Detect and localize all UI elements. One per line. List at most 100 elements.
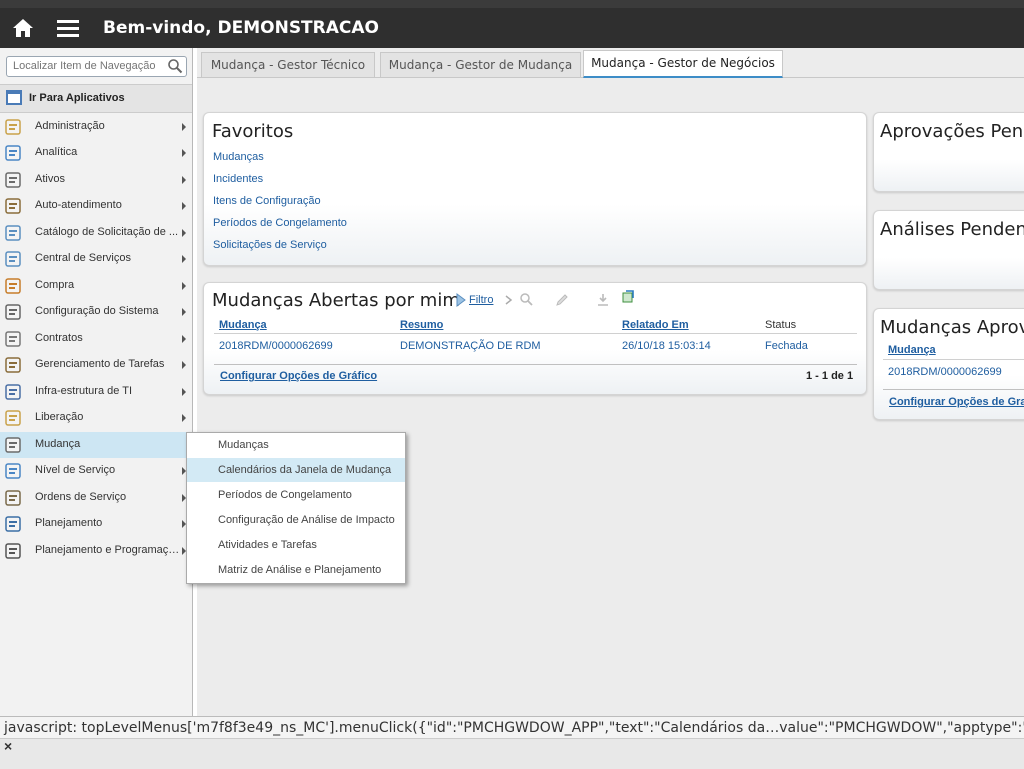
sidebar-item-label: Analítica <box>35 146 78 158</box>
filter-toggle-icon[interactable] <box>454 293 468 307</box>
sidebar-item-label: Catálogo de Solicitação de ... <box>35 226 179 238</box>
filter-link[interactable]: Filtro <box>469 294 493 306</box>
favorite-link[interactable]: Solicitações de Serviço <box>213 239 327 251</box>
submenu-item-atividades-tarefas[interactable]: Atividades e Tarefas <box>187 533 405 557</box>
submenu-item-mudancas[interactable]: Mudanças <box>187 433 405 457</box>
goto-apps-button[interactable]: Ir Para Aplicativos <box>0 84 192 113</box>
sidebar-item-label: Gerenciamento de Tarefas <box>35 358 165 370</box>
cell-change-id[interactable]: 2018RDM/0000062699 <box>888 366 1002 378</box>
chevron-right-icon <box>182 149 186 157</box>
sidebar-item-contracts[interactable]: Contratos <box>0 326 192 352</box>
sidebar-item-system-config[interactable]: Configuração do Sistema <box>0 299 192 325</box>
sidebar-item-cart[interactable]: Auto-atendimento <box>0 193 192 219</box>
tab-gestor-tecnico[interactable]: Mudança - Gestor Técnico <box>201 52 375 77</box>
sidebar-item-label: Mudança <box>35 438 81 450</box>
chevron-right-icon <box>182 123 186 131</box>
tab-gestor-negocios[interactable]: Mudança - Gestor de Negócios <box>583 50 783 78</box>
service-bell-icon <box>5 251 21 267</box>
tab-gestor-mudanca[interactable]: Mudança - Gestor de Mudança <box>380 52 581 77</box>
computer-icon <box>5 384 21 400</box>
app-header: Bem-vindo, DEMONSTRACAO <box>0 8 1024 48</box>
sidebar-item-computer[interactable]: Infra-estrutura de TI <box>0 379 192 405</box>
hamburger-icon <box>57 20 79 37</box>
sidebar-item-label: Ordens de Serviço <box>35 491 127 503</box>
pending-reviews-title: Análises Pendente <box>880 219 1024 240</box>
purchase-icon <box>5 278 21 294</box>
sidebar-item-label: Planejamento <box>35 517 103 529</box>
close-icon[interactable]: × <box>4 738 12 754</box>
hamburger-menu-button[interactable] <box>50 13 86 43</box>
sidebar-item-change[interactable]: Mudança <box>0 432 196 458</box>
sidebar-item-assets[interactable]: Ativos <box>0 167 192 193</box>
configure-chart-options-link[interactable]: Configurar Opções de Gra <box>889 396 1024 408</box>
column-header-status: Status <box>765 319 797 331</box>
cell-reported-date[interactable]: 26/10/18 15:03:14 <box>622 340 711 352</box>
open-changes-card: Mudanças Abertas por mim Filtro Mudança … <box>203 282 867 395</box>
table-header-divider <box>883 359 1024 360</box>
release-icon <box>5 410 21 426</box>
chevron-right-icon <box>182 388 186 396</box>
open-changes-title: Mudanças Abertas por mim <box>212 290 460 311</box>
edit-icon[interactable] <box>555 293 569 307</box>
download-icon[interactable] <box>596 293 610 307</box>
column-header-relatado-em[interactable]: Relatado Em <box>622 319 689 331</box>
catalog-icon <box>5 225 21 241</box>
chevron-right-icon <box>182 414 186 422</box>
column-header-mudanca[interactable]: Mudança <box>888 344 936 356</box>
favorites-card: Favoritos Mudanças Incidentes Itens de C… <box>203 112 867 266</box>
favorite-link[interactable]: Incidentes <box>213 173 263 185</box>
chevron-right-icon <box>182 229 186 237</box>
sidebar-item-label: Liberação <box>35 411 84 423</box>
change-submenu-flyout: Mudanças Calendários da Janela de Mudanç… <box>186 432 406 584</box>
welcome-text: Bem-vindo, DEMONSTRACAO <box>103 18 379 38</box>
approved-changes-title: Mudanças Aprova <box>880 317 1024 338</box>
cell-change-id[interactable]: 2018RDM/0000062699 <box>219 340 333 352</box>
column-header-resumo[interactable]: Resumo <box>400 319 443 331</box>
cell-summary[interactable]: DEMONSTRAÇÃO DE RDM <box>400 340 541 352</box>
sidebar-item-scheduling[interactable]: Planejamento e Programação <box>0 538 192 564</box>
submenu-item-matriz-analise[interactable]: Matriz de Análise e Planejamento <box>187 558 405 582</box>
sidebar-item-label: Compra <box>35 279 75 291</box>
goto-apps-label: Ir Para Aplicativos <box>29 92 125 104</box>
favorite-link[interactable]: Itens de Configuração <box>213 195 321 207</box>
sidebar-item-release[interactable]: Liberação <box>0 405 192 431</box>
assets-icon <box>5 172 21 188</box>
sidebar-item-work-order[interactable]: Ordens de Serviço <box>0 485 192 511</box>
submenu-item-calendarios[interactable]: Calendários da Janela de Mudança <box>187 458 405 482</box>
nav-search-input[interactable] <box>11 59 165 73</box>
submenu-item-periodos-congelamento[interactable]: Períodos de Congelamento <box>187 483 405 507</box>
column-header-mudanca[interactable]: Mudança <box>219 319 267 331</box>
chevron-right-icon <box>182 335 186 343</box>
admin-icon <box>5 119 21 135</box>
configure-chart-options-link[interactable]: Configurar Opções de Gráfico <box>220 370 377 382</box>
search-icon[interactable] <box>167 58 183 74</box>
chevron-right-icon <box>182 308 186 316</box>
sidebar-item-purchase[interactable]: Compra <box>0 273 192 299</box>
home-button[interactable] <box>5 13 41 43</box>
sidebar-item-analytics[interactable]: Analítica <box>0 140 192 166</box>
sidebar-item-admin[interactable]: Administração <box>0 114 192 140</box>
chevron-right-icon <box>182 255 186 263</box>
nav-search-box <box>6 56 187 77</box>
cell-status[interactable]: Fechada <box>765 340 808 352</box>
sidebar-item-service-level[interactable]: Nível de Serviço <box>0 458 192 484</box>
analytics-icon <box>5 145 21 161</box>
sidebar-item-service-bell[interactable]: Central de Serviços <box>0 246 192 272</box>
favorite-link[interactable]: Mudanças <box>213 151 264 163</box>
favorite-link[interactable]: Períodos de Congelamento <box>213 217 347 229</box>
search-icon[interactable] <box>519 292 533 306</box>
sidebar-item-planning[interactable]: Planejamento <box>0 511 192 537</box>
submenu-item-configuracao-analise[interactable]: Configuração de Análise de Impacto <box>187 508 405 532</box>
work-order-icon <box>5 490 21 506</box>
sidebar-item-label: Ativos <box>35 173 65 185</box>
refresh-icon[interactable] <box>621 290 635 304</box>
sidebar-item-tasks[interactable]: Gerenciamento de Tarefas <box>0 352 192 378</box>
sidebar-item-label: Central de Serviços <box>35 252 131 264</box>
pending-reviews-card: Análises Pendente <box>873 210 1024 290</box>
chevron-right-icon <box>505 295 513 305</box>
favorites-title: Favoritos <box>212 121 294 142</box>
sidebar-item-label: Planejamento e Programação <box>35 544 180 556</box>
pending-approvals-title: Aprovações Pende <box>880 121 1024 142</box>
window-icon <box>6 90 22 105</box>
sidebar-item-catalog[interactable]: Catálogo de Solicitação de ... <box>0 220 192 246</box>
